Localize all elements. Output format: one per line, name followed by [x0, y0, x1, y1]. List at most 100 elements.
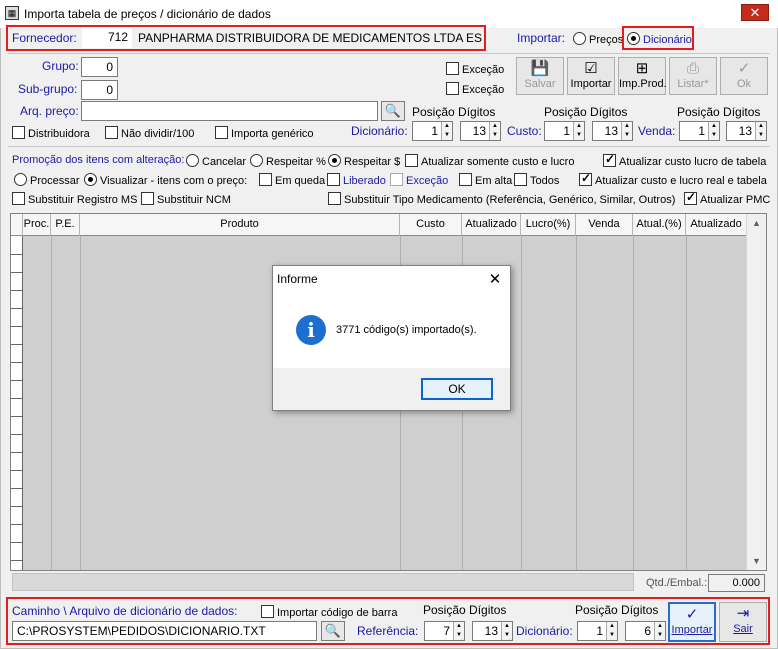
imp-prod-button[interactable]: ⊞ Imp.Prod. [618, 57, 667, 95]
ok-toolbar-button[interactable]: ✓ Ok [720, 57, 768, 95]
check-icon: ✓ [737, 60, 751, 77]
subgrupo-input[interactable]: 0 [81, 80, 118, 100]
custo-pos-spinner[interactable]: 1 ▲ ▼ [544, 121, 585, 141]
col-header-atualizado[interactable]: Atualizado [462, 214, 521, 236]
importar-label: Importar [570, 78, 612, 90]
arq-preco-input[interactable] [81, 101, 378, 121]
distribuidora-checkbox[interactable]: Distribuidora [12, 126, 90, 140]
listar-button[interactable]: ⎙ Listar* [669, 57, 717, 95]
scroll-down-icon[interactable]: ▼ [747, 552, 766, 570]
col-header-pe[interactable]: P.E. [51, 214, 80, 236]
atualizar-real-checkbox[interactable]: Atualizar custo e lucro real e tabela [579, 171, 767, 187]
grid-line [633, 236, 634, 570]
import-icon: ☑ [584, 60, 598, 77]
importar-dicionario-button[interactable]: ✓ Importar [668, 602, 716, 642]
em-alta-checkbox[interactable]: Em alta [459, 173, 512, 187]
row-indicator-column [11, 236, 23, 570]
spinner-value: 13 [738, 124, 752, 138]
checkbox-box [459, 173, 472, 186]
custo-dig-spinner[interactable]: 13 ▲ ▼ [592, 121, 633, 141]
liberado-checkbox[interactable]: Liberado [327, 173, 386, 187]
spinner-arrows-icon[interactable]: ▲ ▼ [441, 122, 452, 140]
radio-circle [14, 173, 27, 186]
dicionario-pos-spinner[interactable]: 1 ▲ ▼ [412, 121, 453, 141]
col-header-atual-pct[interactable]: Atual.(%) [633, 214, 686, 236]
info-icon: i [296, 315, 326, 345]
spinner-arrows-icon[interactable]: ▲ ▼ [755, 122, 766, 140]
substituir-ncm-checkbox[interactable]: Substituir NCM [141, 192, 231, 206]
caminho-search-button[interactable]: 🔍 [321, 621, 345, 641]
col-header-custo[interactable]: Custo [400, 214, 462, 236]
spinner-arrows-icon[interactable]: ▲ ▼ [606, 622, 617, 640]
cancelar-radio[interactable]: Cancelar [186, 154, 246, 168]
substituir-ms-checkbox[interactable]: Substituir Registro MS [12, 192, 137, 206]
spinner-arrows-icon[interactable]: ▲ ▼ [708, 122, 719, 140]
visualizar-radio[interactable]: Visualizar - itens com o preço: [84, 173, 247, 187]
venda-dig-spinner[interactable]: 13 ▲ ▼ [726, 121, 767, 141]
importar-dicionario-radio[interactable]: Dicionário [627, 32, 692, 46]
importar-precos-radio[interactable]: Preços [573, 32, 623, 46]
col-header-produto[interactable]: Produto [80, 214, 400, 236]
dialog-title: Informe [277, 272, 318, 286]
importar-toolbar-button[interactable]: ☑ Importar [567, 57, 615, 95]
dicionario-bottom-label: Dicionário: [516, 624, 573, 638]
spinner-arrows-icon[interactable]: ▲ ▼ [654, 622, 665, 640]
col-header-atualizado-2[interactable]: Atualizado [686, 214, 746, 236]
window-close-button[interactable]: ✕ [741, 4, 769, 21]
em-queda-checkbox[interactable]: Em queda [259, 173, 325, 187]
referencia-dig-spinner[interactable]: 13 ▲ ▼ [472, 621, 513, 641]
grid-vertical-scrollbar[interactable]: ▲ ▼ [746, 214, 766, 570]
importa-generico-checkbox[interactable]: Importa genérico [215, 126, 314, 140]
radio-circle [186, 154, 199, 167]
processar-label: Processar [30, 175, 80, 187]
importar-label: Importar: [517, 31, 566, 45]
col-header-venda[interactable]: Venda [576, 214, 633, 236]
grupo-input[interactable]: 0 [81, 57, 118, 77]
grid-line [11, 326, 23, 327]
grid-line [11, 506, 23, 507]
referencia-pos-spinner[interactable]: 7 ▲ ▼ [424, 621, 465, 641]
venda-pos-label: Venda: [638, 124, 676, 138]
fornecedor-code-input[interactable]: 712 [82, 28, 132, 48]
nao-dividir-checkbox[interactable]: Não dividir/100 [105, 126, 194, 140]
grid-line [11, 542, 23, 543]
dialog-footer: OK [273, 368, 510, 410]
col-header-proc[interactable]: Proc. [23, 214, 51, 236]
grupo-excecao-checkbox[interactable]: Exceção [446, 62, 504, 76]
dialog-close-button[interactable]: ✕ [484, 270, 506, 290]
atualizar-real-label: Atualizar custo e lucro real e tabela [595, 175, 767, 187]
importar-codigo-barra-checkbox[interactable]: Importar código de barra [261, 605, 397, 619]
radio-circle [250, 154, 263, 167]
salvar-button[interactable]: 💾 Salvar [516, 57, 564, 95]
dicionario-bottom-dig-spinner[interactable]: 6 ▲ ▼ [625, 621, 666, 641]
excecao-checkbox[interactable]: Exceção [390, 173, 448, 187]
arq-preco-search-button[interactable]: 🔍 [381, 101, 405, 121]
spinner-arrows-icon[interactable]: ▲ ▼ [489, 122, 500, 140]
subgrupo-excecao-checkbox[interactable]: Exceção [446, 82, 504, 96]
venda-pos-spinner[interactable]: 1 ▲ ▼ [679, 121, 720, 141]
atualizar-tabela-checkbox[interactable]: Atualizar custo lucro de tabela [603, 152, 766, 168]
caminho-path-input[interactable]: C:\PROSYSTEM\PEDIDOS\DICIONARIO.TXT [12, 621, 317, 641]
todos-checkbox[interactable]: Todos [514, 173, 559, 187]
divider [8, 146, 770, 147]
col-header-lucro[interactable]: Lucro(%) [521, 214, 576, 236]
spinner-arrows-icon[interactable]: ▲ ▼ [453, 622, 464, 640]
spinner-arrows-icon[interactable]: ▲ ▼ [573, 122, 584, 140]
dialog-ok-button[interactable]: OK [421, 378, 493, 400]
processar-radio[interactable]: Processar [14, 173, 80, 187]
substituir-tipo-checkbox[interactable]: Substituir Tipo Medicamento (Referência,… [328, 192, 675, 206]
dicionario-dig-spinner[interactable]: 13 ▲ ▼ [460, 121, 501, 141]
respeitar-cur-radio[interactable]: Respeitar $ [328, 154, 400, 168]
visualizar-label: Visualizar - itens com o preço: [100, 175, 248, 187]
spinner-arrows-icon[interactable]: ▲ ▼ [621, 122, 632, 140]
atualizar-pmc-checkbox[interactable]: Atualizar PMC [684, 190, 770, 206]
respeitar-pct-radio[interactable]: Respeitar % [250, 154, 326, 168]
grid-line [11, 560, 23, 561]
fornecedor-label: Fornecedor: [12, 31, 77, 45]
dicionario-bottom-pos-spinner[interactable]: 1 ▲ ▼ [577, 621, 618, 641]
checkbox-checked [684, 190, 697, 205]
scroll-up-icon[interactable]: ▲ [747, 214, 766, 232]
spinner-arrows-icon[interactable]: ▲ ▼ [501, 622, 512, 640]
sair-button[interactable]: ⇥ Sair [719, 602, 767, 642]
atualizar-somente-checkbox[interactable]: Atualizar somente custo e lucro [405, 154, 574, 168]
